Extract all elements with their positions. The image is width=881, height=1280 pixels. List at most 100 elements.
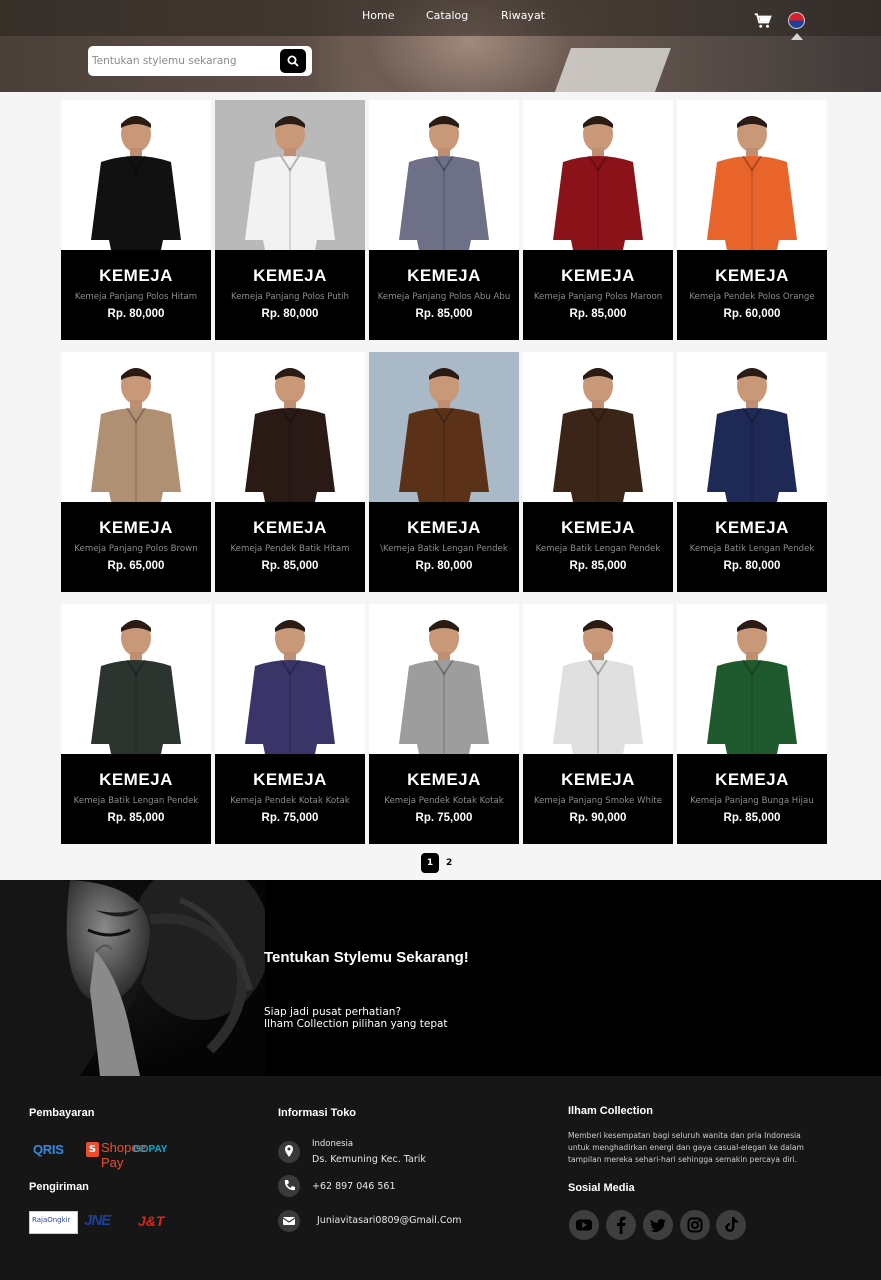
product-card[interactable]: KEMEJA \Kemeja Batik Lengan Pendek Rp. 80,…	[369, 352, 519, 592]
product-name: Kemeja Pendek Kotak Kotak	[384, 796, 504, 806]
product-card[interactable]: KEMEJA Kemeja Panjang Polos Brown Rp. 65,0…	[61, 352, 211, 592]
product-price: Rp. 80,000	[723, 560, 781, 572]
profile-avatar[interactable]	[788, 12, 805, 29]
product-name: Kemeja Panjang Polos Maroon	[533, 292, 663, 302]
page-1-button[interactable]: 1	[421, 853, 439, 873]
location-icon	[278, 1141, 300, 1163]
instagram-icon[interactable]	[680, 1210, 710, 1240]
product-caption: KEMEJA \Kemeja Batik Lengan Pendek Rp. 80,…	[369, 502, 519, 592]
product-caption: KEMEJA Kemeja Pendek Batik Hitam Rp. 85,00…	[215, 502, 365, 592]
product-card[interactable]: KEMEJA Kemeja Panjang Bunga Hijau Rp. 85,0…	[677, 604, 827, 844]
shopeepay-logo: S Shopee Pay	[86, 1140, 146, 1170]
product-name: \Kemeja Batik Lengan Pendek	[380, 544, 508, 554]
product-name: Kemeja Panjang Polos Putih	[230, 292, 349, 302]
rajaongkir-logo: RajaOngkir	[29, 1211, 78, 1234]
product-card[interactable]: KEMEJA Kemeja Panjang Polos Hitam Rp. 80,0…	[61, 100, 211, 340]
product-category: KEMEJA	[407, 266, 481, 285]
search-bar	[88, 46, 312, 76]
product-card[interactable]: KEMEJA Kemeja Pendek Batik Hitam Rp. 85,00…	[215, 352, 365, 592]
product-name: Kemeja Pendek Batik Hitam	[230, 544, 350, 554]
product-image	[369, 352, 519, 502]
product-price: Rp. 80,000	[107, 308, 165, 320]
product-card[interactable]: KEMEJA Kemeja Pendek Kotak Kotak Rp. 75,00…	[215, 604, 365, 844]
product-image	[215, 100, 365, 250]
product-name: Kemeja Panjang Smoke White	[533, 796, 663, 806]
product-name: Kemeja Panjang Polos Abu Abu	[377, 292, 511, 302]
product-price: Rp. 85,000	[107, 812, 165, 824]
product-category: KEMEJA	[99, 518, 173, 537]
product-category: KEMEJA	[99, 770, 173, 789]
product-category: KEMEJA	[407, 770, 481, 789]
product-image	[677, 604, 827, 754]
phone-icon	[278, 1175, 300, 1197]
footer	[0, 1076, 881, 1280]
product-price: Rp. 75,000	[415, 812, 473, 824]
nav-catalog[interactable]: Catalog	[426, 9, 468, 22]
product-card[interactable]: KEMEJA Kemeja Batik Lengan Pendek Rp. 85,0…	[523, 352, 673, 592]
product-caption: KEMEJA Kemeja Batik Lengan Pendek Rp. 85,0…	[61, 754, 211, 844]
product-caption: KEMEJA Kemeja Panjang Smoke White Rp. 90,0…	[523, 754, 673, 844]
product-category: KEMEJA	[715, 770, 789, 789]
search-input[interactable]	[92, 52, 272, 70]
product-image	[61, 352, 211, 502]
product-image	[369, 100, 519, 250]
product-name: Kemeja Batik Lengan Pendek	[73, 796, 199, 806]
product-card[interactable]: KEMEJA Kemeja Batik Lengan Pendek Rp. 80,0…	[677, 352, 827, 592]
product-card[interactable]: KEMEJA Kemeja Panjang Polos Abu Abu Rp. 85…	[369, 100, 519, 340]
product-card[interactable]: KEMEJA Kemeja Pendek Polos Orange Rp. 60,0…	[677, 100, 827, 340]
promo-model-image	[0, 880, 265, 1076]
nav-riwayat[interactable]: Riwayat	[501, 9, 545, 22]
store-country: Indonesia	[312, 1139, 354, 1149]
product-price: Rp. 85,000	[415, 308, 473, 320]
product-card[interactable]: KEMEJA Kemeja Pendek Kotak Kotak Rp. 75,00…	[369, 604, 519, 844]
youtube-icon[interactable]	[569, 1210, 599, 1240]
qris-logo: QRIS	[33, 1142, 64, 1157]
product-price: Rp. 85,000	[261, 560, 319, 572]
store-phone[interactable]: +62 897 046 561	[312, 1181, 396, 1192]
product-caption: KEMEJA Kemeja Panjang Bunga Hijau Rp. 85,0…	[677, 754, 827, 844]
email-icon	[278, 1210, 300, 1232]
product-price: Rp. 80,000	[261, 308, 319, 320]
gopay-logo: GOPAY	[133, 1144, 168, 1155]
product-price: Rp. 90,000	[569, 812, 627, 824]
product-category: KEMEJA	[407, 518, 481, 537]
product-image	[677, 352, 827, 502]
product-image	[369, 604, 519, 754]
product-price: Rp. 85,000	[569, 560, 627, 572]
search-button[interactable]	[280, 49, 306, 73]
product-card[interactable]: KEMEJA Kemeja Panjang Smoke White Rp. 90,0…	[523, 604, 673, 844]
facebook-icon[interactable]	[606, 1210, 636, 1240]
product-caption: KEMEJA Kemeja Panjang Polos Putih Rp. 80,0…	[215, 250, 365, 340]
product-name: Kemeja Panjang Polos Hitam	[74, 292, 198, 302]
brand-title: Ilham Collection	[568, 1105, 653, 1117]
product-price: Rp. 65,000	[107, 560, 165, 572]
jnt-logo: J&T	[138, 1213, 165, 1229]
cart-icon[interactable]	[754, 12, 772, 30]
product-card[interactable]: KEMEJA Kemeja Panjang Polos Putih Rp. 80,0…	[215, 100, 365, 340]
product-image	[61, 100, 211, 250]
store-info-title: Informasi Toko	[278, 1107, 357, 1119]
product-caption: KEMEJA Kemeja Panjang Polos Abu Abu Rp. 85…	[369, 250, 519, 340]
nav-links: Home Catalog Riwayat	[0, 9, 881, 29]
brand-description: Memberi kesempatan bagi seluruh wanita d…	[568, 1131, 804, 1164]
search-icon	[287, 55, 299, 67]
caret-up-icon	[791, 33, 803, 40]
product-price: Rp. 75,000	[261, 812, 319, 824]
product-image	[215, 604, 365, 754]
product-category: KEMEJA	[253, 518, 327, 537]
social-title: Sosial Media	[568, 1182, 635, 1194]
product-card[interactable]: KEMEJA Kemeja Batik Lengan Pendek Rp. 85,0…	[61, 604, 211, 844]
page-2-button[interactable]: 2	[446, 853, 452, 873]
promo-subtitle: Siap jadi pusat perhatian? Ilham Collect…	[264, 1006, 448, 1030]
product-name: Kemeja Pendek Kotak Kotak	[230, 796, 350, 806]
nav-home[interactable]: Home	[362, 9, 394, 22]
store-email[interactable]: Juniavitasari0809@Gmail.Com	[317, 1215, 462, 1226]
jne-logo: JNE	[84, 1212, 111, 1229]
product-category: KEMEJA	[253, 266, 327, 285]
tiktok-icon[interactable]	[716, 1210, 746, 1240]
product-image	[523, 604, 673, 754]
product-caption: KEMEJA Kemeja Panjang Polos Hitam Rp. 80,0…	[61, 250, 211, 340]
product-card[interactable]: KEMEJA Kemeja Panjang Polos Maroon Rp. 85,…	[523, 100, 673, 340]
product-price: Rp. 80,000	[415, 560, 473, 572]
twitter-icon[interactable]	[643, 1210, 673, 1240]
